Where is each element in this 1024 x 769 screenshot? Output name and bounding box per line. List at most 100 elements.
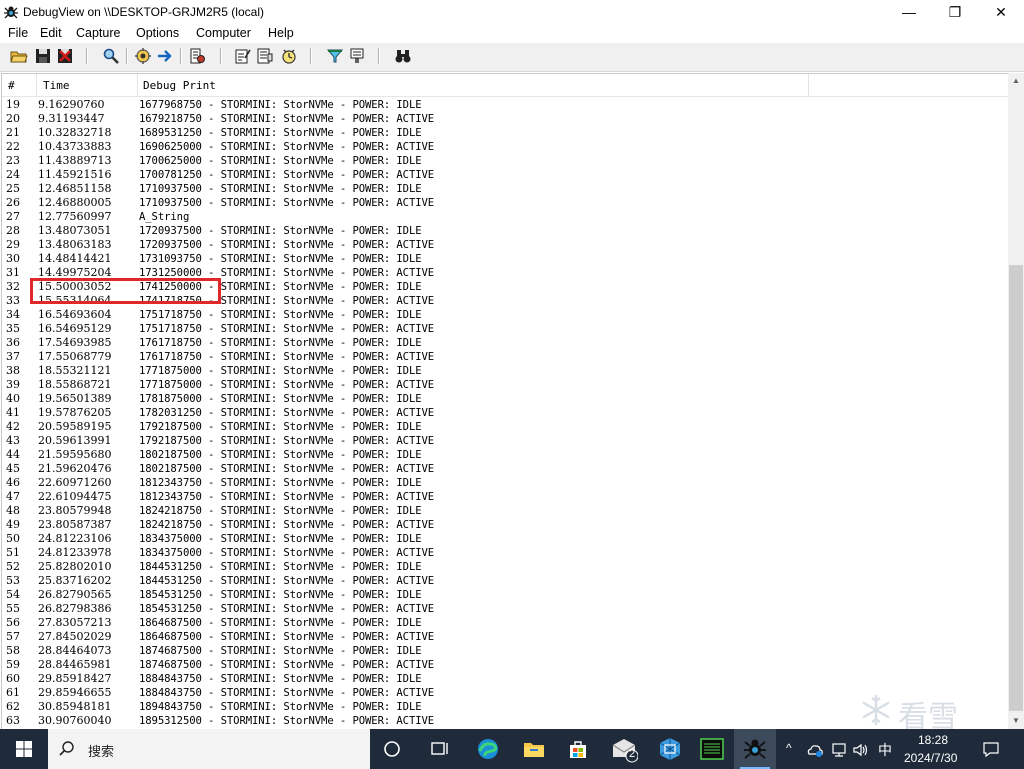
row-debug-print: 1824218750 - STORMINI: StorNVMe - POWER:… bbox=[139, 505, 422, 517]
table-row[interactable]: 25 12.46851158 1710937500 - STORMINI: Stor… bbox=[2, 182, 1008, 196]
table-row[interactable]: 42 20.59589195 1792187500 - STORMINI: Stor… bbox=[2, 420, 1008, 434]
table-row[interactable]: 34 16.54693604 1751718750 - STORMINI: Stor… bbox=[2, 308, 1008, 322]
table-row[interactable]: 41 19.57876205 1782031250 - STORMINI: Stor… bbox=[2, 406, 1008, 420]
table-row[interactable]: 29 13.48063183 1720937500 - STORMINI: Stor… bbox=[2, 238, 1008, 252]
table-row[interactable]: 19 9.16290760 1677968750 - STORMINI: StorN… bbox=[2, 98, 1008, 112]
tray-overflow-chevron-icon[interactable]: ^ bbox=[786, 741, 792, 755]
table-row[interactable]: 38 18.55321121 1771875000 - STORMINI: Stor… bbox=[2, 364, 1008, 378]
capture-icon[interactable] bbox=[134, 47, 152, 65]
maximize-button[interactable]: ❐ bbox=[932, 0, 978, 24]
find-icon[interactable] bbox=[102, 47, 120, 65]
menu-help[interactable]: Help bbox=[268, 26, 294, 40]
store-icon[interactable] bbox=[564, 735, 592, 763]
table-row[interactable]: 24 11.45921516 1700781250 - STORMINI: Stor… bbox=[2, 168, 1008, 182]
multitask-icon[interactable] bbox=[426, 735, 454, 763]
table-row[interactable]: 30 14.48414421 1731093750 - STORMINI: Stor… bbox=[2, 252, 1008, 266]
vertical-scrollbar[interactable]: ▲ ▼ bbox=[1008, 73, 1024, 729]
table-row[interactable]: 52 25.82802010 1844531250 - STORMINI: Stor… bbox=[2, 560, 1008, 574]
volume-icon[interactable] bbox=[852, 741, 870, 759]
filter-icon[interactable] bbox=[234, 47, 252, 65]
table-row[interactable]: 55 26.82798386 1854531250 - STORMINI: Stor… bbox=[2, 602, 1008, 616]
scrollbar-thumb[interactable] bbox=[1009, 265, 1023, 711]
table-row[interactable]: 22 10.43733883 1690625000 - STORMINI: Stor… bbox=[2, 140, 1008, 154]
windows-start-icon[interactable] bbox=[0, 729, 48, 769]
capture-arrow-icon[interactable] bbox=[156, 47, 174, 65]
ime-indicator[interactable]: 中 bbox=[878, 740, 892, 760]
table-row[interactable]: 37 17.55068779 1761718750 - STORMINI: Stor… bbox=[2, 350, 1008, 364]
minimize-button[interactable]: — bbox=[886, 0, 932, 24]
close-button[interactable]: ✕ bbox=[978, 0, 1024, 24]
row-number: 57 bbox=[6, 630, 20, 643]
table-row[interactable]: 48 23.80579948 1824218750 - STORMINI: Stor… bbox=[2, 504, 1008, 518]
column-header-number[interactable]: # bbox=[8, 79, 15, 92]
table-row[interactable]: 47 22.61094475 1812343750 - STORMINI: Stor… bbox=[2, 490, 1008, 504]
row-time: 29.85918427 bbox=[38, 672, 112, 685]
terminal-icon[interactable] bbox=[698, 735, 726, 763]
table-row[interactable]: 28 13.48073051 1720937500 - STORMINI: Stor… bbox=[2, 224, 1008, 238]
task-view-icon[interactable] bbox=[378, 735, 406, 763]
column-divider[interactable] bbox=[36, 74, 37, 96]
history-icon[interactable] bbox=[256, 47, 274, 65]
table-row[interactable]: 39 18.55868721 1771875000 - STORMINI: Stor… bbox=[2, 378, 1008, 392]
taskbar-search-box[interactable]: 搜索 bbox=[48, 729, 370, 769]
row-debug-print: 1792187500 - STORMINI: StorNVMe - POWER:… bbox=[139, 421, 422, 433]
edge-browser-icon[interactable] bbox=[474, 735, 502, 763]
column-divider[interactable] bbox=[137, 74, 138, 96]
row-number: 63 bbox=[6, 714, 20, 727]
table-row[interactable]: 43 20.59613991 1792187500 - STORMINI: Stor… bbox=[2, 434, 1008, 448]
column-header-debug-print[interactable]: Debug Print bbox=[143, 79, 216, 92]
menu-computer[interactable]: Computer bbox=[196, 26, 251, 40]
column-divider[interactable] bbox=[808, 74, 809, 96]
table-row[interactable]: 59 28.84465981 1874687500 - STORMINI: Stor… bbox=[2, 658, 1008, 672]
menu-edit[interactable]: Edit bbox=[40, 26, 62, 40]
table-row[interactable]: 44 21.59595680 1802187500 - STORMINI: Stor… bbox=[2, 448, 1008, 462]
file-explorer-icon[interactable] bbox=[520, 735, 548, 763]
row-number: 59 bbox=[6, 658, 20, 671]
table-row[interactable]: 45 21.59620476 1802187500 - STORMINI: Stor… bbox=[2, 462, 1008, 476]
table-row[interactable]: 40 19.56501389 1781875000 - STORMINI: Stor… bbox=[2, 392, 1008, 406]
menu-capture[interactable]: Capture bbox=[76, 26, 120, 40]
row-debug-print: 1700781250 - STORMINI: StorNVMe - POWER:… bbox=[139, 169, 435, 181]
app-cube-icon[interactable] bbox=[656, 735, 684, 763]
table-row[interactable]: 35 16.54695129 1751718750 - STORMINI: Stor… bbox=[2, 322, 1008, 336]
save-icon[interactable] bbox=[34, 47, 52, 65]
bookmark-icon[interactable] bbox=[348, 47, 366, 65]
row-debug-print: 1782031250 - STORMINI: StorNVMe - POWER:… bbox=[139, 407, 435, 419]
table-row[interactable]: 54 26.82790565 1854531250 - STORMINI: Stor… bbox=[2, 588, 1008, 602]
debugview-taskbar-button[interactable] bbox=[734, 729, 776, 769]
table-row[interactable]: 20 9.31193447 1679218750 - STORMINI: StorN… bbox=[2, 112, 1008, 126]
table-row[interactable]: 60 29.85918427 1884843750 - STORMINI: Stor… bbox=[2, 672, 1008, 686]
table-row[interactable]: 23 11.43889713 1700625000 - STORMINI: Stor… bbox=[2, 154, 1008, 168]
notification-icon[interactable] bbox=[982, 740, 1000, 758]
network-icon[interactable] bbox=[830, 741, 848, 759]
list-rows: 19 9.16290760 1677968750 - STORMINI: StorN… bbox=[2, 98, 1008, 728]
highlight-icon[interactable] bbox=[326, 47, 344, 65]
table-row[interactable]: 21 10.32832718 1689531250 - STORMINI: Stor… bbox=[2, 126, 1008, 140]
menu-file[interactable]: File bbox=[8, 26, 28, 40]
column-header-time[interactable]: Time bbox=[43, 79, 70, 92]
clear-icon[interactable] bbox=[56, 47, 74, 65]
table-row[interactable]: 50 24.81223106 1834375000 - STORMINI: Stor… bbox=[2, 532, 1008, 546]
binoculars-icon[interactable] bbox=[394, 47, 412, 65]
open-icon[interactable] bbox=[10, 47, 28, 65]
timer-icon[interactable] bbox=[280, 47, 298, 65]
table-row[interactable]: 57 27.84502029 1864687500 - STORMINI: Stor… bbox=[2, 630, 1008, 644]
table-row[interactable]: 27 12.77560997 A_String bbox=[2, 210, 1008, 224]
row-time: 26.82798386 bbox=[38, 602, 112, 615]
scroll-up-arrow-icon[interactable]: ▲ bbox=[1008, 73, 1024, 89]
table-row[interactable]: 56 27.83057213 1864687500 - STORMINI: Stor… bbox=[2, 616, 1008, 630]
table-row[interactable]: 51 24.81233978 1834375000 - STORMINI: Stor… bbox=[2, 546, 1008, 560]
debug-output-list[interactable]: # Time Debug Print 19 9.16290760 167796875… bbox=[1, 73, 1009, 731]
clock-time[interactable]: 18:28 bbox=[918, 733, 948, 747]
table-row[interactable]: 36 17.54693985 1761718750 - STORMINI: Stor… bbox=[2, 336, 1008, 350]
clock-date[interactable]: 2024/7/30 bbox=[904, 751, 957, 765]
row-number: 38 bbox=[6, 364, 20, 377]
menu-options[interactable]: Options bbox=[136, 26, 179, 40]
table-row[interactable]: 26 12.46880005 1710937500 - STORMINI: Stor… bbox=[2, 196, 1008, 210]
table-row[interactable]: 46 22.60971260 1812343750 - STORMINI: Stor… bbox=[2, 476, 1008, 490]
table-row[interactable]: 58 28.84464073 1874687500 - STORMINI: Stor… bbox=[2, 644, 1008, 658]
table-row[interactable]: 53 25.83716202 1844531250 - STORMINI: Stor… bbox=[2, 574, 1008, 588]
table-row[interactable]: 49 23.80587387 1824218750 - STORMINI: Stor… bbox=[2, 518, 1008, 532]
options-icon[interactable] bbox=[188, 47, 206, 65]
onedrive-cloud-icon[interactable] bbox=[806, 741, 824, 759]
